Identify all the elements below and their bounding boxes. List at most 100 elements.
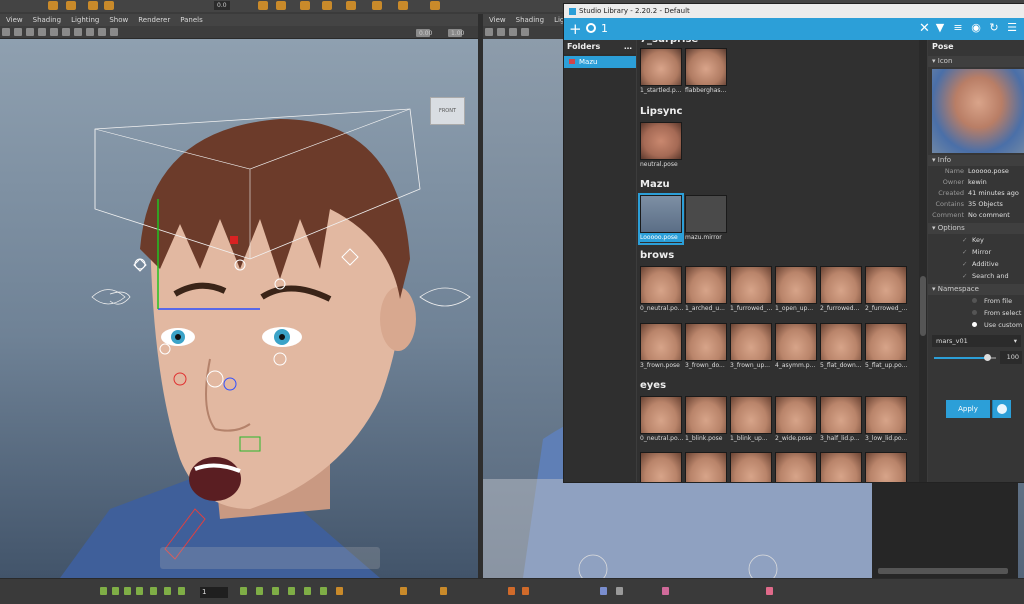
- isolate-icon[interactable]: [86, 28, 94, 36]
- gamma-field[interactable]: 1.00: [448, 29, 464, 37]
- info-section[interactable]: Info: [928, 155, 1024, 166]
- grid-icon[interactable]: [14, 28, 22, 36]
- smooth-shade-icon[interactable]: [521, 28, 529, 36]
- anim-tool-icon[interactable]: [320, 587, 327, 595]
- grid-icon[interactable]: [497, 28, 505, 36]
- pose-thumbnail-selected[interactable]: Looooo.pose: [638, 193, 684, 245]
- shelf-tool-icon[interactable]: [104, 1, 114, 10]
- blend-value-field[interactable]: 100: [1000, 351, 1022, 364]
- pose-thumbnail[interactable]: 3_low_lid.po...: [865, 396, 907, 444]
- pose-thumbnail[interactable]: 5_flat_up.po...: [865, 323, 907, 371]
- pose-thumbnail[interactable]: [865, 452, 907, 482]
- anim-tool-icon[interactable]: [336, 587, 343, 595]
- pose-thumbnail[interactable]: 1_arched_u...: [685, 266, 727, 314]
- shelf-tool-icon[interactable]: [276, 1, 286, 10]
- anim-tool-icon[interactable]: [150, 587, 157, 595]
- window-titlebar[interactable]: Studio Library - 2.20.2 - Default: [564, 4, 1024, 18]
- menu-view[interactable]: View: [489, 14, 506, 26]
- left-viewport[interactable]: FRONT: [0, 39, 478, 578]
- pose-thumbnail[interactable]: flabberghas...: [685, 48, 727, 96]
- anim-tool-icon[interactable]: [124, 587, 131, 595]
- mirror-checkbox[interactable]: ✓ Mirror: [928, 246, 1024, 258]
- from-selection-radio[interactable]: From select: [928, 307, 1024, 319]
- pose-thumbnail[interactable]: 1_blink.pose: [685, 396, 727, 444]
- exposure-field[interactable]: 0.00: [416, 29, 432, 37]
- camera-icon[interactable]: [2, 28, 10, 36]
- anim-tool-icon[interactable]: [304, 587, 311, 595]
- menu-show[interactable]: Show: [109, 14, 128, 26]
- menu-icon[interactable]: ☰: [1006, 22, 1018, 34]
- pose-thumbnail[interactable]: 1_blink_up...: [730, 396, 772, 444]
- tool-icon[interactable]: [662, 587, 669, 595]
- eye-icon[interactable]: ◉: [970, 22, 982, 34]
- anim-tool-icon[interactable]: [256, 587, 263, 595]
- settings-sliders-icon[interactable]: ≡: [952, 22, 964, 34]
- pose-thumbnail[interactable]: 2_furrowed...: [820, 266, 862, 314]
- anim-tool-icon[interactable]: [100, 587, 107, 595]
- tool-icon[interactable]: [616, 587, 623, 595]
- shadow-icon[interactable]: [74, 28, 82, 36]
- pose-thumbnail[interactable]: 1_furrowed_...: [730, 266, 772, 314]
- camera-icon[interactable]: [485, 28, 493, 36]
- pose-thumbnail[interactable]: [820, 452, 862, 482]
- blend-slider[interactable]: 100: [932, 351, 1022, 365]
- pose-thumbnail[interactable]: 1_open_up...: [775, 266, 817, 314]
- anim-tool-icon[interactable]: [178, 587, 185, 595]
- horizontal-scrollbar[interactable]: [878, 568, 1008, 574]
- pose-thumbnail[interactable]: 5_flat_down...: [820, 323, 862, 371]
- use-custom-radio[interactable]: Use custom: [928, 319, 1024, 331]
- wireframe-icon[interactable]: [26, 28, 34, 36]
- anim-tool-icon[interactable]: [136, 587, 143, 595]
- pose-thumbnail[interactable]: [640, 452, 682, 482]
- shelf-tool-icon[interactable]: [48, 1, 58, 10]
- icon-section[interactable]: Icon: [928, 56, 1024, 67]
- heart-icon[interactable]: [766, 587, 773, 595]
- anim-tool-icon[interactable]: [240, 587, 247, 595]
- pose-thumbnail[interactable]: [730, 452, 772, 482]
- filter-icon[interactable]: ▼: [934, 22, 946, 34]
- current-frame-field[interactable]: 1: [200, 587, 228, 598]
- shelf-tool-icon[interactable]: [258, 1, 268, 10]
- additive-checkbox[interactable]: ✓ Additive: [928, 258, 1024, 270]
- shelf-tool-icon[interactable]: [372, 1, 382, 10]
- items-scrollbar[interactable]: [919, 40, 927, 482]
- view-cube[interactable]: FRONT: [430, 97, 465, 125]
- pose-thumbnail[interactable]: 2_wide.pose: [775, 396, 817, 444]
- apply-button[interactable]: Apply: [946, 400, 990, 418]
- menu-panels[interactable]: Panels: [180, 14, 203, 26]
- anim-tool-icon[interactable]: [112, 587, 119, 595]
- shelf-tool-icon[interactable]: [322, 1, 332, 10]
- shelf-tool-icon[interactable]: [300, 1, 310, 10]
- menu-shading[interactable]: Shading: [33, 14, 61, 26]
- xray-icon[interactable]: [98, 28, 106, 36]
- light-icon[interactable]: [62, 28, 70, 36]
- pose-thumbnail[interactable]: 3_frown_do...: [685, 323, 727, 371]
- menu-shading[interactable]: Shading: [516, 14, 544, 26]
- menu-renderer[interactable]: Renderer: [138, 14, 170, 26]
- texture-icon[interactable]: [50, 28, 58, 36]
- shelf-tool-icon[interactable]: [88, 1, 98, 10]
- pose-thumbnail[interactable]: [775, 452, 817, 482]
- anim-tool-icon[interactable]: [288, 587, 295, 595]
- apply-options-icon[interactable]: [992, 400, 1011, 418]
- anim-tool-icon[interactable]: [164, 587, 171, 595]
- namespace-combobox[interactable]: mars_v01: [932, 335, 1021, 347]
- pose-thumbnail[interactable]: 3_frown_up...: [730, 323, 772, 371]
- shelf-tool-icon[interactable]: [398, 1, 408, 10]
- wireframe-icon[interactable]: [509, 28, 517, 36]
- smooth-shade-icon[interactable]: [38, 28, 46, 36]
- pose-thumbnail[interactable]: neutral.pose: [640, 122, 682, 170]
- pose-thumbnail[interactable]: 3_frown.pose: [640, 323, 682, 371]
- add-icon[interactable]: +: [569, 20, 582, 38]
- search-and-replace-checkbox[interactable]: ✓ Search and: [928, 270, 1024, 282]
- shelf-tool-icon[interactable]: [66, 1, 76, 10]
- slider-handle[interactable]: [983, 354, 991, 361]
- refresh-icon[interactable]: ↻: [988, 22, 1000, 34]
- key-tool-icon[interactable]: [440, 587, 447, 595]
- from-file-radio[interactable]: From file: [928, 295, 1024, 307]
- pose-thumbnail[interactable]: 0_neutral.po...: [640, 266, 683, 314]
- key-tool-icon[interactable]: [400, 587, 407, 595]
- shelf-tool-icon[interactable]: [346, 1, 356, 10]
- search-input[interactable]: 1: [601, 22, 608, 35]
- pose-thumbnail[interactable]: 4_asymm.p...: [775, 323, 817, 371]
